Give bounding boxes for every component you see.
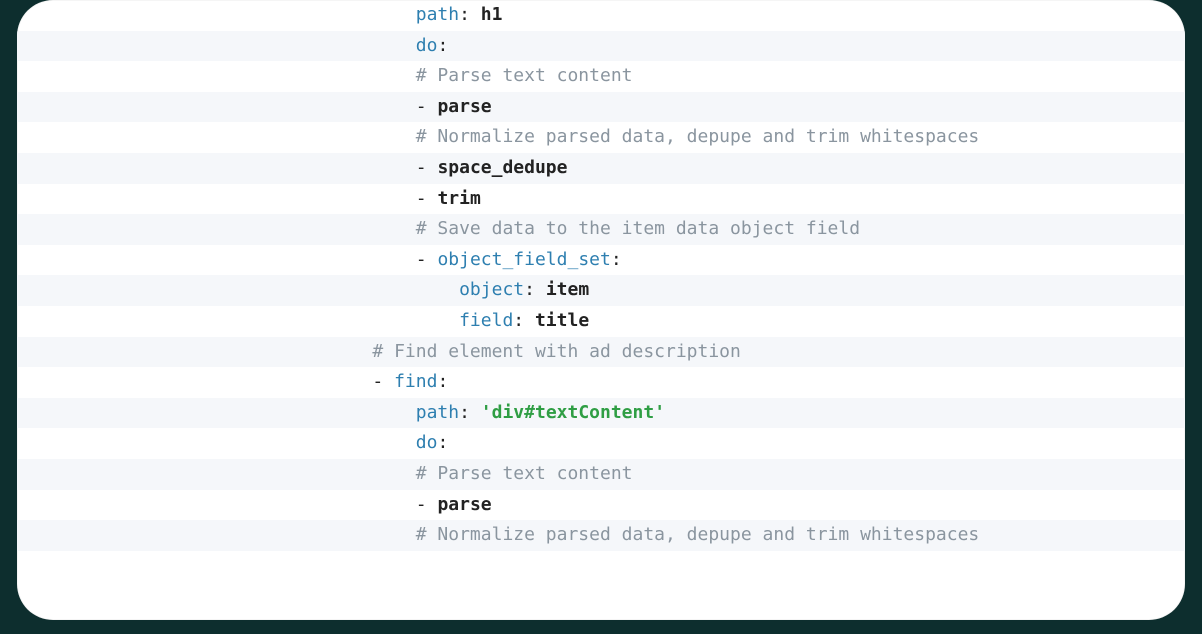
code-line: - find:	[17, 367, 1185, 398]
yaml-key: path	[416, 402, 459, 423]
yaml-comment: # Parse text content	[416, 65, 633, 86]
code-line: # Save data to the item data object fiel…	[17, 214, 1185, 245]
yaml-value: parse	[437, 96, 491, 117]
yaml-dash: -	[416, 96, 438, 117]
code-line: # Normalize parsed data, depupe and trim…	[17, 122, 1185, 153]
yaml-comment: # Normalize parsed data, depupe and trim…	[416, 126, 980, 147]
punct-colon: :	[437, 432, 448, 453]
code-line: path: 'div#textContent'	[17, 398, 1185, 429]
yaml-key: path	[416, 4, 459, 25]
punct-colon: :	[513, 310, 535, 331]
yaml-key: field	[459, 310, 513, 331]
yaml-dash: -	[372, 371, 394, 392]
code-line: # Parse text content	[17, 61, 1185, 92]
code-line: # Normalize parsed data, depupe and trim…	[17, 520, 1185, 551]
punct-colon: :	[524, 279, 546, 300]
code-line: path: h1	[17, 0, 1185, 31]
yaml-comment: # Normalize parsed data, depupe and trim…	[416, 524, 980, 545]
punct-colon: :	[459, 4, 481, 25]
code-line: do:	[17, 428, 1185, 459]
code-line: object: item	[17, 275, 1185, 306]
yaml-comment: # Parse text content	[416, 463, 633, 484]
code-line: # Find element with ad description	[17, 337, 1185, 368]
yaml-key: object	[459, 279, 524, 300]
code-line: - space_dedupe	[17, 153, 1185, 184]
yaml-key: do	[416, 432, 438, 453]
punct-colon: :	[437, 35, 448, 56]
yaml-string: 'div#textContent'	[481, 402, 665, 423]
punct-colon: :	[611, 249, 622, 270]
code-line: # Parse text content	[17, 459, 1185, 490]
yaml-value: title	[535, 310, 589, 331]
yaml-value: h1	[481, 4, 503, 25]
code-line: do:	[17, 31, 1185, 62]
code-card: path: h1 do: # Parse text content - pars…	[17, 0, 1185, 620]
yaml-dash: -	[416, 188, 438, 209]
yaml-dash: -	[416, 494, 438, 515]
yaml-key: do	[416, 35, 438, 56]
code-block: path: h1 do: # Parse text content - pars…	[17, 0, 1185, 620]
code-line: - trim	[17, 184, 1185, 215]
yaml-dash: -	[416, 249, 438, 270]
code-line: - parse	[17, 92, 1185, 123]
yaml-value: parse	[437, 494, 491, 515]
yaml-key: find	[394, 371, 437, 392]
yaml-value: space_dedupe	[437, 157, 567, 178]
yaml-dash: -	[416, 157, 438, 178]
yaml-value: trim	[437, 188, 480, 209]
punct-colon: :	[437, 371, 448, 392]
yaml-key: object_field_set	[437, 249, 610, 270]
code-line: field: title	[17, 306, 1185, 337]
yaml-comment: # Find element with ad description	[372, 341, 740, 362]
code-line: - parse	[17, 490, 1185, 521]
code-line: - object_field_set:	[17, 245, 1185, 276]
yaml-value: item	[546, 279, 589, 300]
punct-colon: :	[459, 402, 481, 423]
yaml-comment: # Save data to the item data object fiel…	[416, 218, 860, 239]
